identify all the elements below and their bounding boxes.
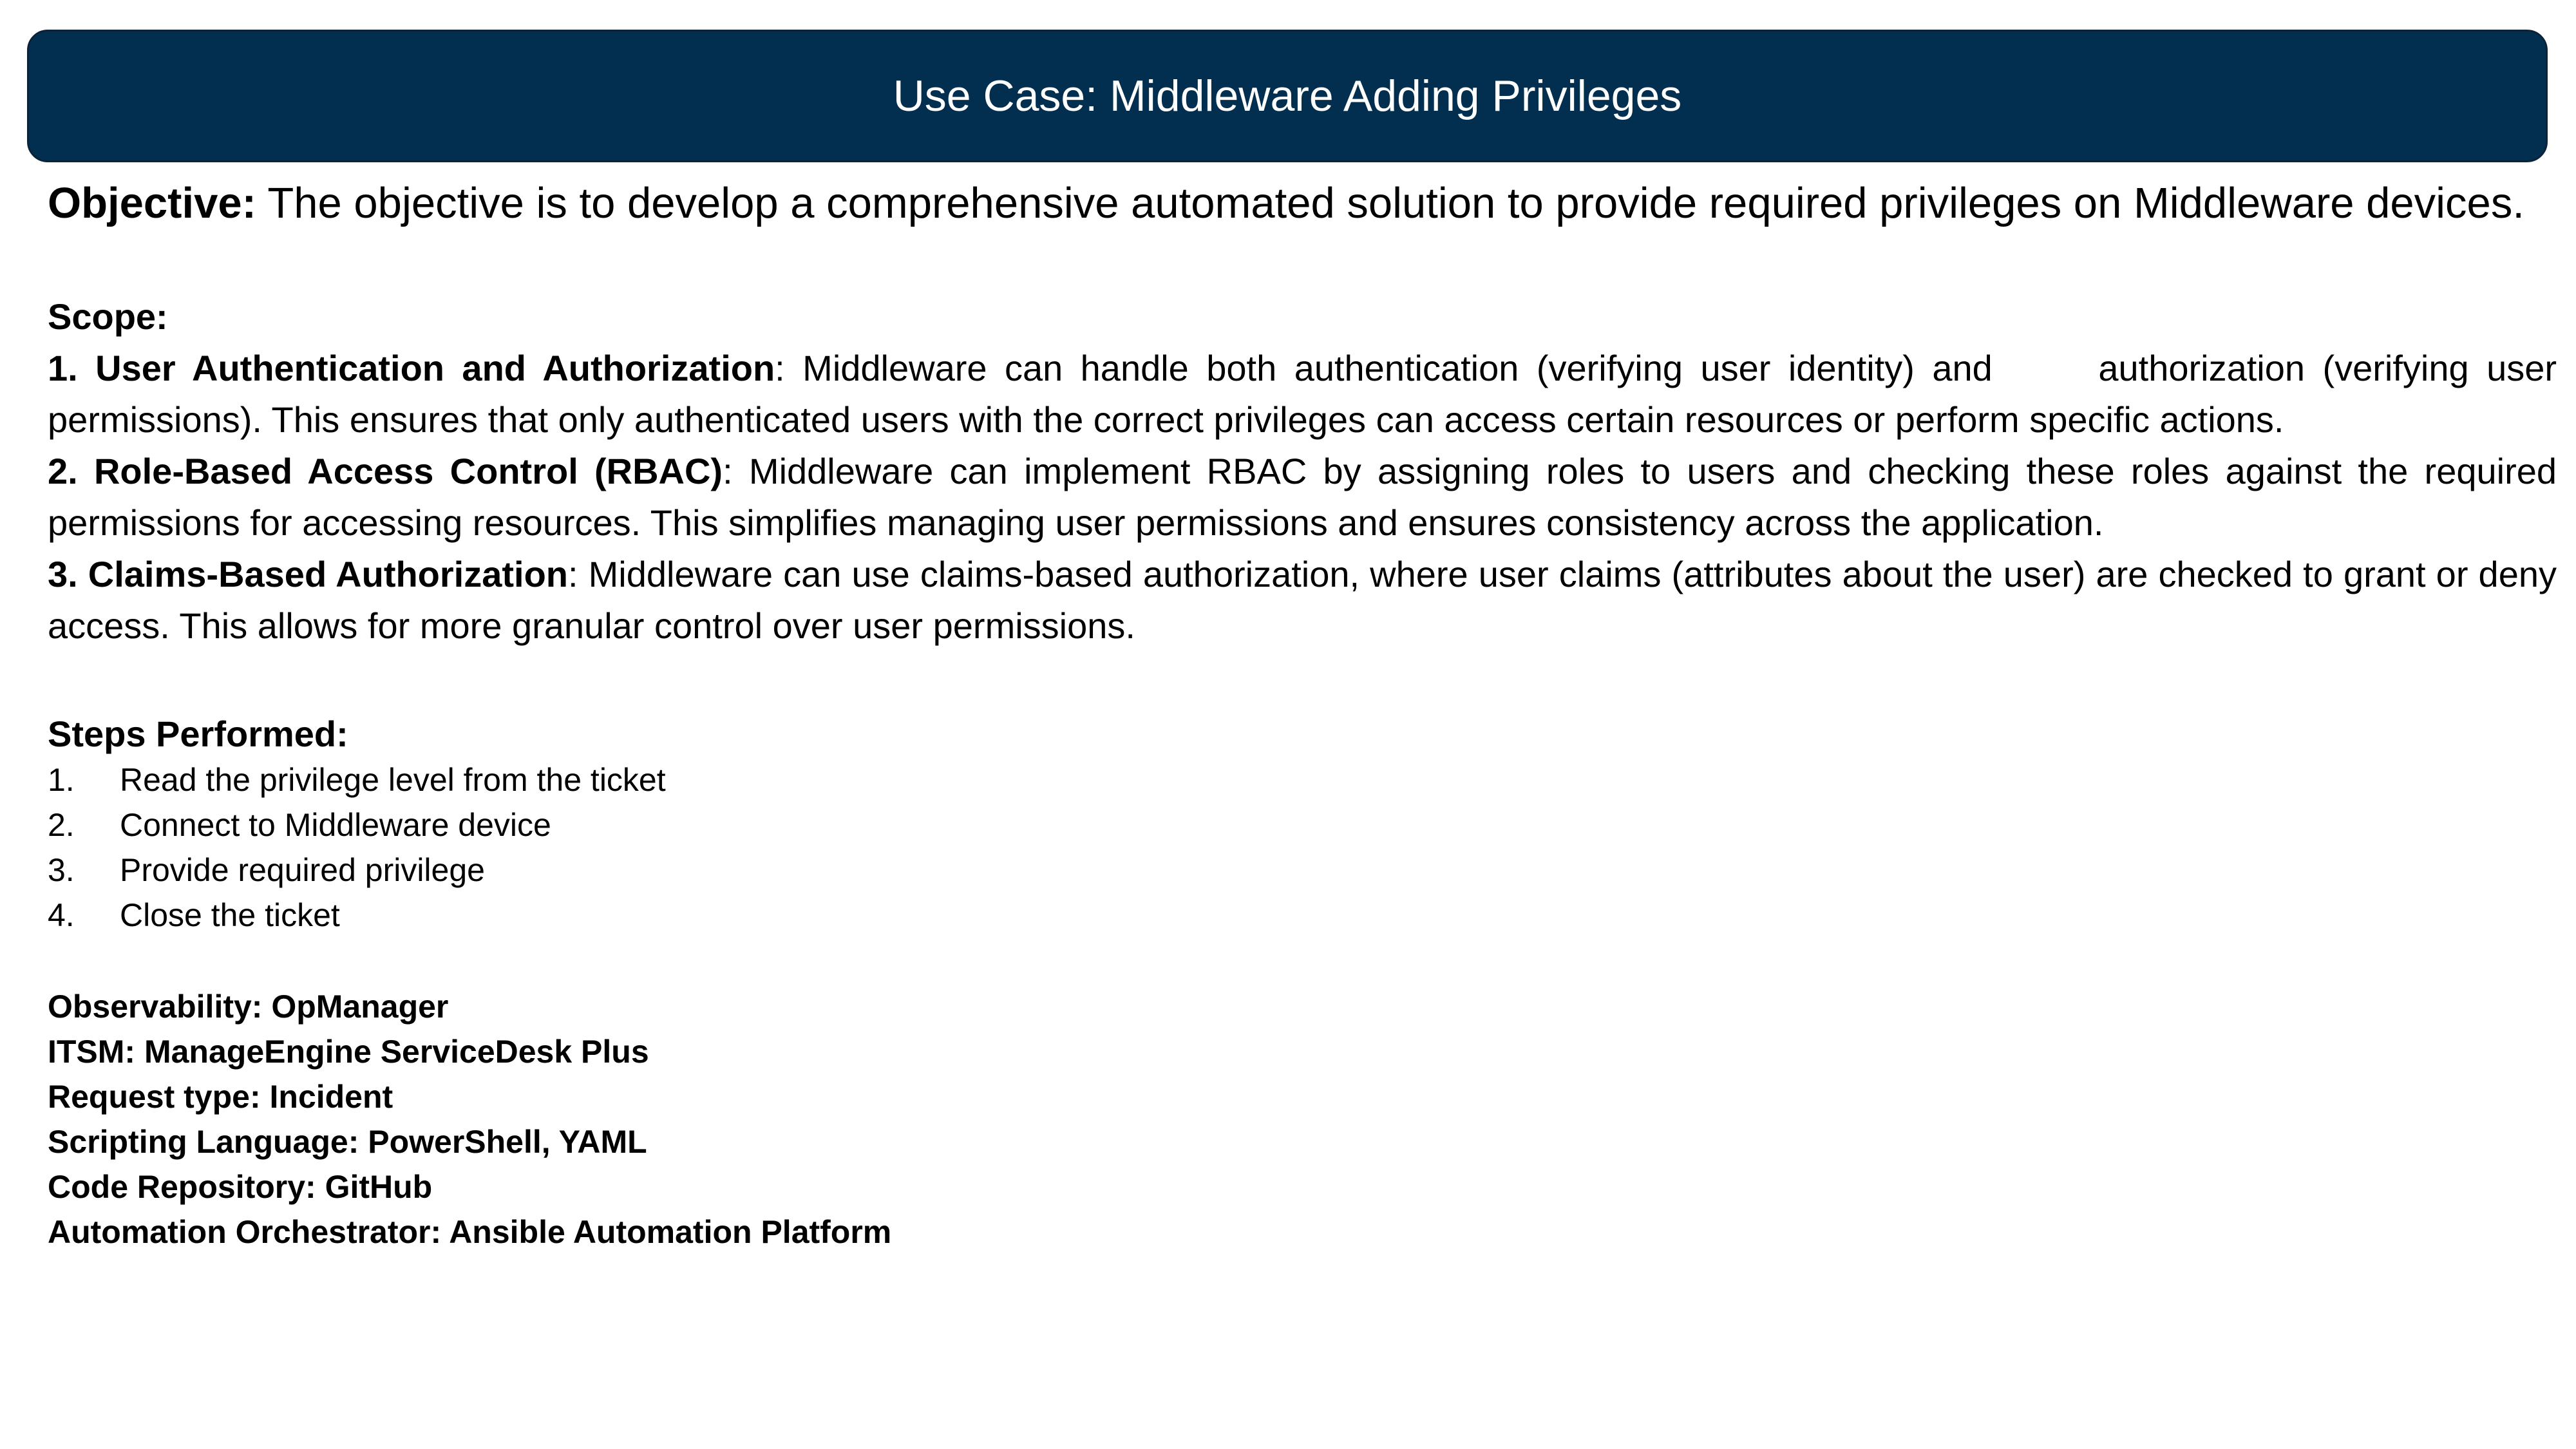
tool-request-type: Request type: Incident — [48, 1079, 393, 1115]
steps-list: 1. Read the privilege level from the tic… — [48, 757, 2557, 938]
tool-itsm: ITSM: ManageEngine ServiceDesk Plus — [48, 1034, 649, 1070]
tool-observability: Observability: OpManager — [48, 989, 449, 1025]
steps-heading: Steps Performed: — [48, 714, 348, 754]
title-banner: Use Case: Middleware Adding Privileges — [27, 30, 2548, 162]
scope-item-authentication: 1. User Authentication and Authorization… — [48, 343, 2557, 446]
tool-code-repository: Code Repository: GitHub — [48, 1169, 433, 1205]
list-item: 1. Read the privilege level from the tic… — [48, 757, 2557, 802]
objective-paragraph: Objective: The objective is to develop a… — [48, 174, 2527, 233]
tool-automation-orchestrator: Automation Orchestrator: Ansible Automat… — [48, 1214, 892, 1250]
scope-item-title: 2. Role-Based Access Control (RBAC) — [48, 451, 723, 491]
scope-item-claims: 3. Claims-Based Authorization: Middlewar… — [48, 549, 2557, 652]
scope-heading: Scope: — [48, 296, 168, 337]
content-area: Objective: The objective is to develop a… — [48, 174, 2557, 1255]
page-title: Use Case: Middleware Adding Privileges — [893, 71, 1682, 120]
scope-item-title: 3. Claims-Based Authorization — [48, 554, 569, 594]
objective-text: The objective is to develop a comprehens… — [256, 179, 2524, 227]
scope-item-rbac: 2. Role-Based Access Control (RBAC): Mid… — [48, 446, 2557, 549]
scope-item-title: 1. User Authentication and Authorization — [48, 348, 775, 388]
step-number: 4. — [48, 897, 75, 933]
step-text: Close the ticket — [120, 897, 340, 933]
objective-label: Objective: — [48, 179, 256, 227]
tool-scripting-language: Scripting Language: PowerShell, YAML — [48, 1124, 647, 1160]
tools-list: Observability: OpManager ITSM: ManageEng… — [48, 984, 2557, 1255]
step-text: Read the privilege level from the ticket — [120, 762, 666, 798]
list-item: 2. Connect to Middleware device — [48, 802, 2557, 848]
list-item: 3. Provide required privilege — [48, 848, 2557, 893]
step-number: 2. — [48, 807, 75, 843]
list-item: 4. Close the ticket — [48, 893, 2557, 938]
step-number: 1. — [48, 762, 75, 798]
step-text: Connect to Middleware device — [120, 807, 551, 843]
step-number: 3. — [48, 852, 75, 888]
step-text: Provide required privilege — [120, 852, 485, 888]
